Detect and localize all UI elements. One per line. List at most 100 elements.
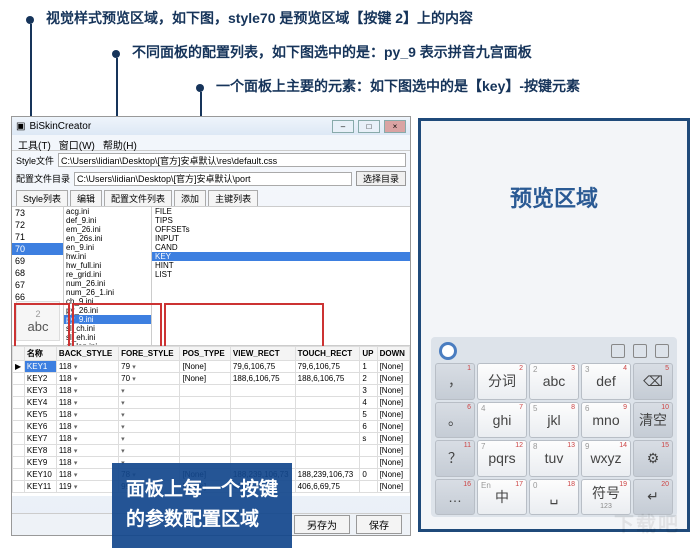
tab-config-files[interactable]: 配置文件列表 [104, 190, 172, 206]
config-file-item[interactable]: sl_eh.ini [64, 333, 151, 342]
table-cell[interactable]: ▾ [119, 409, 180, 421]
table-cell[interactable]: [None] [377, 433, 409, 445]
table-cell[interactable]: 118 ▾ [56, 397, 118, 409]
table-cell[interactable]: KEY9 [24, 457, 56, 469]
table-cell[interactable]: KEY6 [24, 421, 56, 433]
table-cell[interactable] [13, 469, 25, 481]
table-cell[interactable]: [None] [377, 469, 409, 481]
table-cell[interactable]: KEY10 [24, 469, 56, 481]
table-cell[interactable]: [None] [377, 397, 409, 409]
table-cell[interactable] [13, 457, 25, 469]
select-dir-button[interactable]: 选择目录 [356, 171, 406, 186]
table-cell[interactable]: 5 [360, 409, 377, 421]
table-cell[interactable] [295, 421, 360, 433]
table-cell[interactable]: 118 ▾ [56, 373, 118, 385]
table-cell[interactable]: ▾ [119, 397, 180, 409]
titlebar[interactable]: ▣ BiSkinCreator – □ × [12, 117, 410, 135]
table-cell[interactable]: 406,6,69,75 [295, 481, 360, 493]
table-cell[interactable] [13, 397, 25, 409]
style-item[interactable]: 67 [12, 279, 63, 291]
config-dir-input[interactable] [74, 172, 352, 186]
tab-edit[interactable]: 编辑 [70, 190, 102, 206]
menu-help[interactable]: 帮助(H) [103, 137, 137, 148]
table-cell[interactable] [13, 421, 25, 433]
kb-collapse-icon[interactable] [655, 344, 669, 358]
keyboard-key[interactable]: 23abc [529, 363, 579, 400]
table-cell[interactable]: [None] [377, 361, 409, 373]
style-item[interactable]: 70 [12, 243, 63, 255]
keyboard-key[interactable]: 34def [581, 363, 631, 400]
keyboard-key[interactable]: 11？ [435, 440, 475, 477]
config-file-item[interactable]: hw_full.ini [64, 261, 151, 270]
keyboard-key[interactable]: 2分词 [477, 363, 527, 400]
table-cell[interactable]: 118 ▾ [56, 433, 118, 445]
table-cell[interactable]: 188,239,106,73 [295, 469, 360, 481]
table-row[interactable]: ▶KEY1118 ▾79 ▾[None]79,6,106,7579,6,106,… [13, 361, 410, 373]
table-cell[interactable]: 118 ▾ [56, 385, 118, 397]
config-file-item[interactable]: def_9.ini [64, 216, 151, 225]
table-row[interactable]: KEY3118 ▾ ▾3[None] [13, 385, 410, 397]
config-file-item[interactable]: num_26.ini [64, 279, 151, 288]
table-cell[interactable] [13, 409, 25, 421]
keyboard-key[interactable]: 6。 [435, 402, 475, 439]
table-cell[interactable] [13, 433, 25, 445]
table-cell[interactable]: ▾ [119, 445, 180, 457]
table-cell[interactable] [295, 457, 360, 469]
table-cell[interactable]: ▾ [119, 433, 180, 445]
table-cell[interactable] [13, 385, 25, 397]
col-header[interactable]: POS_TYPE [180, 347, 230, 361]
table-cell[interactable]: [None] [377, 421, 409, 433]
save-button[interactable]: 保存 [356, 515, 402, 534]
table-cell[interactable]: [None] [377, 457, 409, 469]
table-cell[interactable] [360, 445, 377, 457]
table-cell[interactable] [230, 421, 295, 433]
table-cell[interactable] [13, 445, 25, 457]
table-cell[interactable]: KEY1 [24, 361, 56, 373]
table-row[interactable]: KEY8118 ▾ ▾[None] [13, 445, 410, 457]
table-cell[interactable]: 188,6,106,75 [295, 373, 360, 385]
table-row[interactable]: KEY5118 ▾ ▾5[None] [13, 409, 410, 421]
kb-layout-icon[interactable] [633, 344, 647, 358]
table-cell[interactable] [180, 433, 230, 445]
config-file-list[interactable]: acg.inidef_9.iniem_26.inien_26s.inien_9.… [64, 207, 152, 345]
config-file-item[interactable]: ch_9.ini [64, 297, 151, 306]
table-cell[interactable] [13, 481, 25, 493]
table-row[interactable]: KEY7118 ▾ ▾s[None] [13, 433, 410, 445]
style-item[interactable]: 68 [12, 267, 63, 279]
maximize-button[interactable]: □ [358, 120, 380, 133]
table-cell[interactable]: 0 [360, 469, 377, 481]
config-file-item[interactable]: acg.ini [64, 207, 151, 216]
main-key-item[interactable]: FILE [152, 207, 410, 216]
table-cell[interactable] [230, 397, 295, 409]
table-cell[interactable]: [None] [180, 361, 230, 373]
main-key-item[interactable]: OFFSETs [152, 225, 410, 234]
keyboard-key[interactable]: 10清空 [633, 402, 673, 439]
config-file-item[interactable]: re_grid.ini [64, 270, 151, 279]
keyboard-key[interactable]: 018␣ [529, 479, 579, 516]
table-cell[interactable]: 118 ▾ [56, 361, 118, 373]
config-file-item[interactable]: py_9.ini [64, 315, 151, 324]
table-cell[interactable]: [None] [377, 445, 409, 457]
table-cell[interactable] [295, 433, 360, 445]
main-key-item[interactable]: TIPS [152, 216, 410, 225]
table-cell[interactable]: KEY3 [24, 385, 56, 397]
col-header[interactable]: DOWN [377, 347, 409, 361]
table-cell[interactable]: [None] [377, 409, 409, 421]
save-as-button[interactable]: 另存为 [294, 515, 350, 534]
table-cell[interactable]: KEY4 [24, 397, 56, 409]
table-cell[interactable]: 118 ▾ [56, 409, 118, 421]
table-cell[interactable]: KEY11 [24, 481, 56, 493]
main-key-item[interactable]: LIST [152, 270, 410, 279]
keyboard-key[interactable]: 69mno [581, 402, 631, 439]
table-cell[interactable] [180, 409, 230, 421]
table-cell[interactable]: 119 ▾ [56, 481, 118, 493]
config-file-item[interactable]: em_26.ini [64, 225, 151, 234]
style-item[interactable]: 72 [12, 219, 63, 231]
table-row[interactable]: KEY2118 ▾70 ▾[None]188,6,106,75188,6,106… [13, 373, 410, 385]
table-cell[interactable]: KEY8 [24, 445, 56, 457]
table-cell[interactable]: 2 [360, 373, 377, 385]
menu-tools[interactable]: 工具(T) [18, 137, 51, 148]
table-cell[interactable] [230, 385, 295, 397]
keyboard-key[interactable]: 1， [435, 363, 475, 400]
tab-add[interactable]: 添加 [174, 190, 206, 206]
